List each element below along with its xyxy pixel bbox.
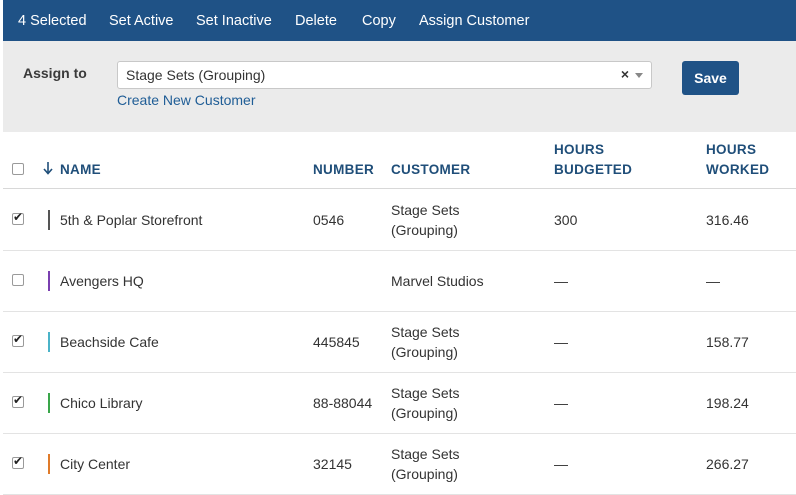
hours-budgeted: 300 [554, 212, 578, 228]
table-row[interactable]: Avengers HQ Marvel Studios — — [3, 251, 796, 312]
project-color-indicator [48, 332, 50, 352]
customer-select[interactable]: Stage Sets (Grouping) × [117, 61, 652, 89]
project-customer-line1: Stage Sets [391, 202, 460, 218]
table-row[interactable]: ✔ City Center 32145 Stage Sets (Grouping) — 26… [3, 434, 796, 495]
bulk-action-toolbar: 4 Selected Set Active Set Inactive Delet… [3, 0, 796, 47]
hours-worked: — [706, 273, 720, 289]
project-color-indicator [48, 271, 50, 291]
hours-worked: 158.77 [706, 334, 749, 350]
project-name[interactable]: Chico Library [60, 393, 142, 413]
column-header-name[interactable]: NAME [60, 160, 101, 180]
project-number: 445845 [313, 334, 360, 350]
hours-budgeted: — [554, 395, 568, 411]
row-checkbox[interactable]: ✔ [12, 332, 24, 347]
table-row[interactable]: ✔ Beachside Cafe 445845 Stage Sets (Grouping… [3, 312, 796, 373]
project-customer-line1: Stage Sets [391, 385, 460, 401]
delete-button[interactable]: Delete [295, 13, 337, 29]
hours-worked: 316.46 [706, 212, 749, 228]
assign-customer-panel: Assign to Stage Sets (Grouping) × Create… [3, 41, 796, 132]
checkmark-icon: ✔ [13, 393, 24, 407]
checkmark-icon: ✔ [13, 332, 24, 346]
create-new-customer-link[interactable]: Create New Customer [117, 92, 256, 108]
column-header-hours-budgeted[interactable]: HOURS BUDGETED [554, 140, 632, 180]
set-inactive-button[interactable]: Set Inactive [196, 13, 272, 29]
hours-worked: 198.24 [706, 395, 749, 411]
sort-arrow-down-icon[interactable] [42, 161, 54, 175]
clear-icon[interactable]: × [621, 66, 629, 82]
hours-budgeted: — [554, 334, 568, 350]
row-checkbox[interactable] [12, 274, 24, 286]
project-customer-line2: (Grouping) [391, 344, 458, 360]
project-customer-line1: Stage Sets [391, 324, 460, 340]
hours-budgeted: — [554, 456, 568, 472]
column-header-hours-budgeted-line1: HOURS [554, 142, 605, 157]
project-number: 88-88044 [313, 395, 373, 411]
checkmark-icon: ✔ [13, 454, 24, 468]
project-name[interactable]: Avengers HQ [60, 271, 144, 291]
project-customer: Marvel Studios [391, 273, 484, 289]
assign-to-label: Assign to [23, 65, 87, 81]
project-color-indicator [48, 454, 50, 474]
chevron-down-icon[interactable] [635, 73, 643, 78]
project-customer-line2: (Grouping) [391, 466, 458, 482]
table-row[interactable]: ✔ 5th & Poplar Storefront 0546 Stage Sets (G… [3, 190, 796, 251]
hours-worked: 266.27 [706, 456, 749, 472]
select-all-checkbox[interactable] [12, 163, 24, 175]
column-header-hours-worked-line2: WORKED [706, 162, 770, 177]
customer-select-value: Stage Sets (Grouping) [126, 67, 266, 83]
project-color-indicator [48, 210, 50, 230]
column-header-hours-worked-line1: HOURS [706, 142, 757, 157]
set-active-button[interactable]: Set Active [109, 13, 173, 29]
project-name[interactable]: 5th & Poplar Storefront [60, 210, 202, 230]
selected-count[interactable]: 4 Selected [18, 13, 87, 29]
copy-button[interactable]: Copy [362, 13, 396, 29]
project-color-indicator [48, 393, 50, 413]
project-number: 32145 [313, 456, 352, 472]
project-customer-line2: (Grouping) [391, 405, 458, 421]
project-customer-line1: Stage Sets [391, 446, 460, 462]
row-checkbox[interactable]: ✔ [12, 210, 24, 225]
row-checkbox[interactable]: ✔ [12, 454, 24, 469]
project-name[interactable]: City Center [60, 454, 130, 474]
column-header-hours-budgeted-line2: BUDGETED [554, 162, 633, 177]
row-checkbox[interactable]: ✔ [12, 393, 24, 408]
column-header-hours-worked[interactable]: HOURS WORKED [706, 140, 769, 180]
project-name[interactable]: Beachside Cafe [60, 332, 159, 352]
table-row[interactable]: ✔ Chico Library 88-88044 Stage Sets (Groupin… [3, 373, 796, 434]
checkmark-icon: ✔ [13, 210, 24, 224]
assign-customer-button[interactable]: Assign Customer [419, 13, 529, 29]
save-button[interactable]: Save [682, 61, 739, 95]
column-header-number[interactable]: NUMBER [313, 160, 374, 180]
project-customer-line2: (Grouping) [391, 222, 458, 238]
hours-budgeted: — [554, 273, 568, 289]
column-header-customer[interactable]: CUSTOMER [391, 160, 470, 180]
project-number: 0546 [313, 212, 345, 228]
table-header: NAME NUMBER CUSTOMER HOURS BUDGETED HOUR… [3, 132, 796, 189]
